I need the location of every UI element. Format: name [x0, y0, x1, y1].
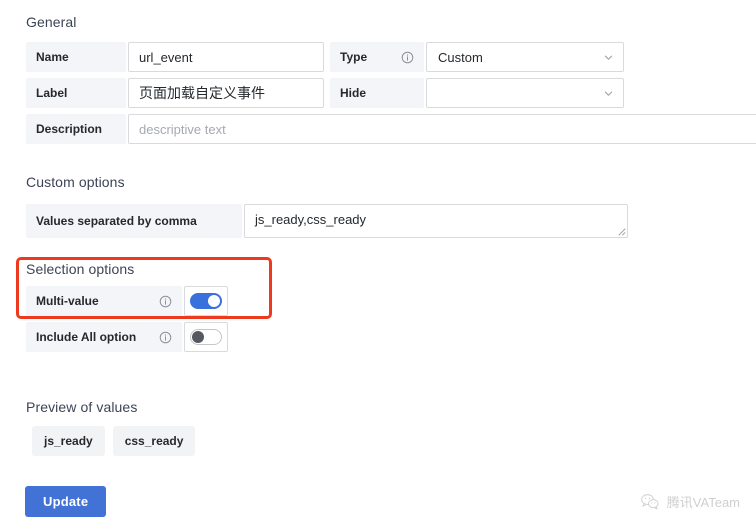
custom-values-text: js_ready,css_ready: [255, 212, 367, 227]
label-name: Name: [26, 42, 126, 72]
multi-value-toggle[interactable]: [184, 286, 228, 316]
chevron-down-icon: [603, 52, 614, 63]
hide-select[interactable]: [426, 78, 624, 108]
info-circle-icon[interactable]: [401, 51, 414, 64]
section-title-selection-options: Selection options: [26, 261, 135, 277]
custom-values-textarea[interactable]: js_ready,css_ready: [244, 204, 628, 238]
variable-editor-page: General Name url_event Type Custom Label…: [0, 0, 756, 529]
include-all-toggle[interactable]: [184, 322, 228, 352]
info-circle-icon[interactable]: [159, 295, 172, 308]
label-type-text: Type: [340, 50, 368, 64]
section-title-preview-of-values: Preview of values: [26, 399, 138, 415]
label-multi-value: Multi-value: [26, 286, 182, 316]
preview-chip-list: js_ready css_ready: [32, 426, 196, 456]
wechat-logo-icon: [640, 493, 660, 511]
form-row-custom-values: Values separated by comma js_ready,css_r…: [26, 204, 628, 238]
label-label: Label: [26, 78, 126, 108]
toggle-knob: [192, 331, 204, 343]
name-input[interactable]: url_event: [128, 42, 324, 72]
form-row-description: Description descriptive text: [26, 114, 756, 144]
toggle-knob: [208, 295, 220, 307]
preview-chip: js_ready: [32, 426, 105, 456]
preview-chip: css_ready: [112, 426, 196, 456]
label-multi-value-text: Multi-value: [36, 294, 99, 308]
update-button[interactable]: Update: [25, 486, 107, 517]
label-type: Type: [330, 42, 424, 72]
description-input[interactable]: descriptive text: [128, 114, 756, 144]
label-values-separated-by-comma: Values separated by comma: [26, 204, 242, 238]
section-title-general: General: [26, 14, 77, 30]
watermark: 腾讯VATeam: [640, 492, 740, 511]
form-row-label: Label 页面加载自定义事件: [26, 78, 324, 108]
form-row-include-all-option: Include All option: [26, 322, 228, 352]
label-include-all-option: Include All option: [26, 322, 182, 352]
resize-grip-icon[interactable]: [617, 227, 626, 236]
label-description: Description: [26, 114, 126, 144]
label-hide: Hide: [330, 78, 424, 108]
form-row-hide: Hide: [330, 78, 624, 108]
type-select[interactable]: Custom: [426, 42, 624, 72]
form-row-type: Type Custom: [330, 42, 624, 72]
info-circle-icon[interactable]: [159, 331, 172, 344]
form-row-name: Name url_event: [26, 42, 324, 72]
label-input[interactable]: 页面加载自定义事件: [128, 78, 324, 108]
form-row-multi-value: Multi-value: [26, 286, 228, 316]
type-select-value: Custom: [438, 49, 483, 65]
toggle-switch-on: [190, 293, 222, 309]
label-include-all-text: Include All option: [36, 330, 137, 344]
section-title-custom-options: Custom options: [26, 174, 125, 190]
watermark-text: 腾讯VATeam: [666, 495, 740, 510]
chevron-down-icon: [603, 88, 614, 99]
toggle-switch-off: [190, 329, 222, 345]
